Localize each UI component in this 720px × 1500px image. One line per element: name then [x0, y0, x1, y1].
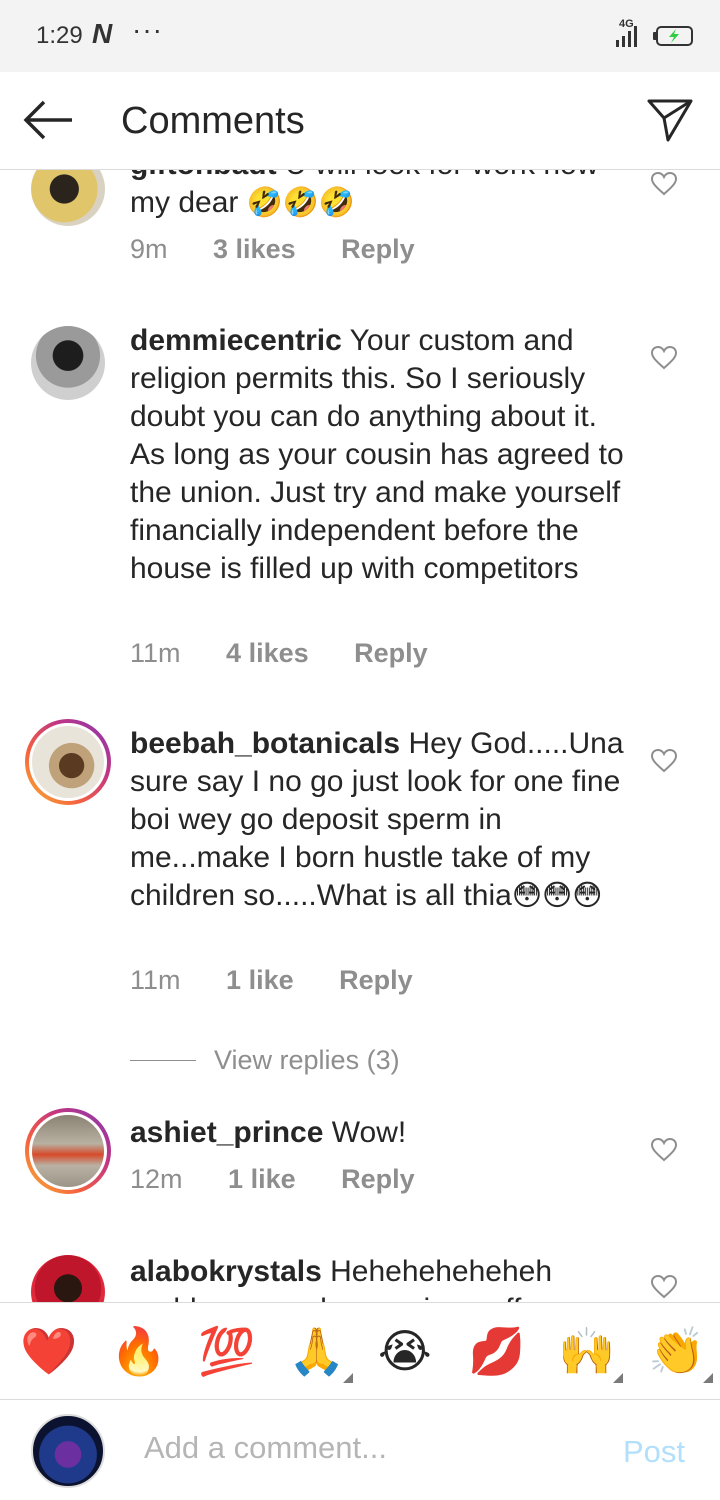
clap-emoji-button[interactable]: 👏 [648, 1325, 714, 1383]
signal-icon [616, 26, 637, 47]
heart-icon[interactable] [651, 1138, 677, 1162]
comment-emojis: 😳😳😳 [511, 880, 603, 912]
view-replies-button[interactable]: View replies (3) [130, 1040, 400, 1080]
comment-emojis: 🤣🤣🤣 [246, 187, 356, 219]
skin-tone-indicator-icon [703, 1373, 714, 1383]
comment-likes[interactable]: 4 likes [226, 638, 309, 668]
pray-emoji: 🙏 [288, 1325, 346, 1377]
post-button[interactable]: Post [623, 1434, 685, 1470]
comment-body: Your custom and religion permits this. S… [130, 324, 624, 585]
comment-text: demmiecentric Your custom and religion p… [130, 322, 630, 588]
raised-hands-emoji: 🙌 [558, 1325, 616, 1377]
comment-meta: 11m 1 like Reply [130, 965, 451, 996]
avatar[interactable] [31, 170, 105, 226]
arrow-left-icon[interactable] [22, 98, 74, 142]
skin-tone-indicator-icon [613, 1373, 624, 1383]
comment-likes[interactable]: 1 like [226, 965, 294, 995]
comment-time: 12m [130, 1164, 183, 1194]
page-title: Comments [121, 100, 305, 142]
comment-time: 11m [130, 638, 181, 668]
avatar[interactable] [31, 1255, 105, 1302]
view-replies-label[interactable]: View replies (3) [214, 1045, 400, 1076]
comment-text: beebah_botanicals Hey God.....Una sure s… [130, 725, 630, 915]
more-notifications-icon: ··· [132, 14, 163, 45]
pray-emoji-button[interactable]: 🙏 [288, 1325, 354, 1383]
avatar[interactable] [31, 326, 105, 400]
reply-button[interactable]: Reply [341, 234, 415, 264]
kiss-emoji-button[interactable]: 💋 [468, 1325, 525, 1377]
heart-icon[interactable] [651, 1275, 677, 1299]
status-bar: 1:29 N ··· 4G [0, 0, 720, 72]
comment-likes[interactable]: 3 likes [213, 234, 296, 264]
comments-header: Comments [0, 72, 720, 170]
reply-button[interactable]: Reply [339, 965, 413, 995]
direct-message-icon[interactable] [646, 97, 694, 143]
heart-icon[interactable] [651, 172, 677, 196]
comment-time: 9m [130, 234, 168, 264]
comment-meta: 12m 1 like Reply [130, 1164, 453, 1195]
comment-username[interactable]: alabokrystals [130, 1255, 322, 1288]
comment-meta: 11m 4 likes Reply [130, 638, 466, 669]
raised-hands-emoji-button[interactable]: 🙌 [558, 1325, 624, 1383]
comments-list[interactable]: giftonbadt U will look for work now my d… [0, 170, 720, 1302]
avatar[interactable] [25, 719, 111, 805]
comment-username[interactable]: ashiet_prince [130, 1116, 323, 1149]
comment-body: Wow! [331, 1116, 407, 1149]
hundred-emoji-button[interactable]: 💯 [198, 1325, 255, 1377]
comment-composer: Post [0, 1400, 720, 1500]
comment-text: ashiet_prince Wow! [130, 1114, 630, 1152]
skin-tone-indicator-icon [343, 1373, 354, 1383]
comment-username[interactable]: demmiecentric [130, 324, 342, 357]
comment-meta: 9m 3 likes Reply [130, 234, 453, 265]
comment-time: 11m [130, 965, 181, 995]
heart-emoji-button[interactable]: ❤️ [20, 1325, 77, 1377]
current-user-avatar [31, 1414, 105, 1488]
fire-emoji-button[interactable]: 🔥 [110, 1325, 167, 1377]
status-time: 1:29 [36, 22, 83, 49]
notification-app-icon: N [92, 18, 113, 49]
crying-emoji-button[interactable]: 😭 [378, 1325, 432, 1377]
clap-emoji: 👏 [648, 1325, 706, 1377]
heart-icon[interactable] [651, 346, 677, 370]
comment-text: giftonbadt U will look for work now my d… [130, 170, 630, 222]
comment-likes[interactable]: 1 like [228, 1164, 296, 1194]
avatar[interactable] [25, 1108, 111, 1194]
quick-emoji-bar: ❤️ 🔥 💯 🙏 😭 💋 🙌 👏 [0, 1302, 720, 1400]
reply-button[interactable]: Reply [354, 638, 428, 668]
comment-input[interactable] [144, 1430, 594, 1466]
comment-username[interactable]: beebah_botanicals [130, 727, 400, 760]
comment-text: alabokrystals Heheheheheheh problem na y… [130, 1253, 630, 1302]
battery-charging-icon [653, 26, 693, 46]
reply-button[interactable]: Reply [341, 1164, 415, 1194]
divider [130, 1059, 196, 1061]
comment-username[interactable]: giftonbadt [130, 170, 277, 181]
heart-icon[interactable] [651, 749, 677, 773]
